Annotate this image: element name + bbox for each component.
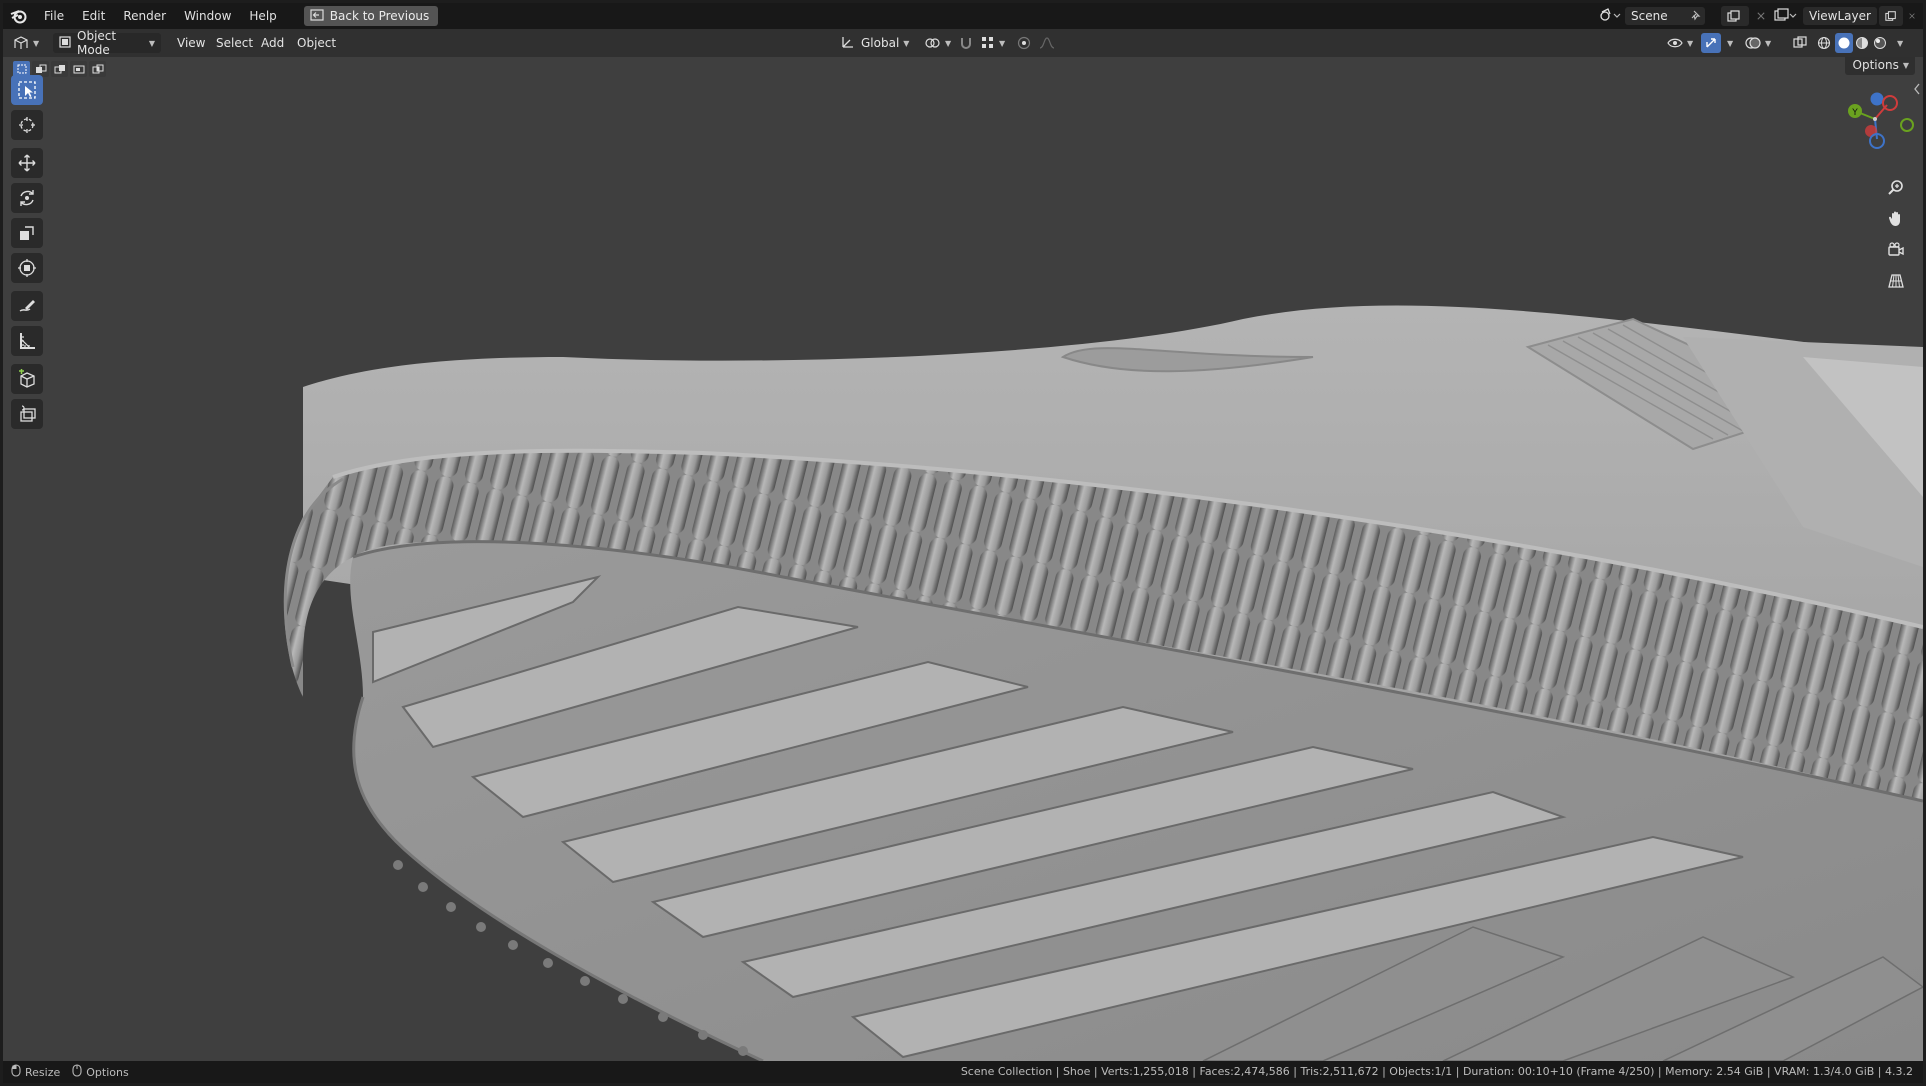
menu-render[interactable]: Render <box>114 3 175 29</box>
menu-edit[interactable]: Edit <box>73 3 114 29</box>
menu-window[interactable]: Window <box>175 3 240 29</box>
menu-object[interactable]: Object <box>291 33 342 53</box>
snap-increment-icon[interactable]: ▼ <box>981 33 1011 53</box>
shading-wireframe-icon[interactable] <box>1817 33 1833 53</box>
status-options-label: Options <box>86 1065 129 1079</box>
back-to-previous-button[interactable]: Back to Previous <box>303 6 439 26</box>
zoom-icon[interactable] <box>1883 175 1909 201</box>
sidebar-toggle-icon[interactable] <box>1913 83 1921 95</box>
delete-view-layer-icon[interactable] <box>1903 6 1921 26</box>
proportional-editing-icon[interactable] <box>1017 33 1035 53</box>
new-scene-icon[interactable] <box>1721 6 1749 26</box>
chevron-down-icon: ▼ <box>1902 60 1909 70</box>
move-tool-icon[interactable] <box>11 148 43 178</box>
mode-selector[interactable]: Object Mode ▼ <box>53 29 161 57</box>
blender-window: File Edit Render Window Help Back to Pre… <box>3 3 1923 1083</box>
blender-logo-icon[interactable] <box>3 3 35 29</box>
viewport-header: ▼ Object Mode ▼ View Select Add Object G… <box>3 29 1923 57</box>
navigation-gizmo[interactable]: Y <box>1837 77 1917 157</box>
back-icon <box>310 8 324 24</box>
top-menubar: File Edit Render Window Help Back to Pre… <box>3 3 1923 29</box>
chevron-down-icon: ▼ <box>903 38 910 48</box>
shoe-model-render <box>283 305 1923 1061</box>
transform-orientation-selector[interactable]: Global ▼ <box>841 33 909 53</box>
new-view-layer-icon[interactable] <box>1879 6 1903 26</box>
editor-type-icon[interactable]: ▼ <box>13 33 47 53</box>
extrude-tool-icon[interactable] <box>11 399 43 429</box>
3d-viewport[interactable]: Options ▼ Y <box>3 57 1923 1061</box>
pivot-point-icon[interactable]: ▼ <box>925 33 953 53</box>
orientation-label: Global <box>861 36 900 50</box>
add-cube-tool-icon[interactable] <box>11 364 43 394</box>
view-layer-name[interactable]: ViewLayer <box>1803 7 1877 25</box>
view-layer-selector[interactable]: ViewLayer <box>1767 6 1879 26</box>
select-box-tool-icon[interactable] <box>11 75 43 105</box>
transform-tool-icon[interactable] <box>11 253 43 283</box>
overlays-toggle-icon[interactable]: ▼ <box>1745 33 1775 53</box>
menu-add[interactable]: Add <box>255 33 290 53</box>
shading-solid-icon[interactable] <box>1835 33 1853 53</box>
view-layer-icon <box>1773 7 1797 25</box>
menu-select[interactable]: Select <box>210 33 259 53</box>
viewport-navigation-buttons <box>1883 175 1909 299</box>
measure-tool-icon[interactable] <box>11 326 43 356</box>
viewport-options-button[interactable]: Options ▼ <box>1844 57 1915 75</box>
object-mode-icon <box>59 35 71 51</box>
menu-view[interactable]: View <box>171 33 211 53</box>
menu-file[interactable]: File <box>35 3 73 29</box>
gizmo-toggle-icon[interactable] <box>1701 33 1721 53</box>
tool-shelf <box>11 75 47 434</box>
xray-toggle-icon[interactable] <box>1793 33 1813 53</box>
chevron-down-icon: ▼ <box>148 38 155 48</box>
status-bar: Resize Options Scene Collection | Shoe |… <box>3 1061 1923 1083</box>
snap-toggle-icon[interactable] <box>959 33 977 53</box>
select-subtract-icon[interactable] <box>51 61 68 77</box>
scale-tool-icon[interactable] <box>11 218 43 248</box>
mouse-icon <box>72 1064 82 1080</box>
perspective-grid-icon[interactable] <box>1883 268 1909 294</box>
shading-dropdown-icon[interactable]: ▼ <box>1893 33 1907 53</box>
annotate-tool-icon[interactable] <box>11 291 43 321</box>
menu-help[interactable]: Help <box>240 3 285 29</box>
scene-selector[interactable]: Scene <box>1593 6 1717 26</box>
mouse-icon <box>11 1064 21 1080</box>
scene-statistics: Scene Collection | Shoe | Verts:1,255,01… <box>960 1065 1913 1078</box>
orientation-icon <box>841 35 855 52</box>
cursor-tool-icon[interactable] <box>11 110 43 140</box>
gizmo-y-label: Y <box>1851 108 1858 118</box>
shading-material-icon[interactable] <box>1855 33 1871 53</box>
status-resize-label: Resize <box>25 1065 61 1079</box>
gizmo-dropdown-icon[interactable]: ▼ <box>1723 33 1737 53</box>
options-label: Options <box>1852 58 1899 72</box>
shading-rendered-icon[interactable] <box>1873 33 1889 53</box>
pin-icon[interactable] <box>1689 9 1701 24</box>
back-to-previous-label: Back to Previous <box>329 9 430 23</box>
falloff-icon[interactable] <box>1039 33 1067 53</box>
pan-hand-icon[interactable] <box>1883 206 1909 232</box>
visibility-selector-icon[interactable]: ▼ <box>1667 33 1697 53</box>
camera-view-icon[interactable] <box>1883 237 1909 263</box>
rotate-tool-icon[interactable] <box>11 183 43 213</box>
scene-icon <box>1599 7 1621 25</box>
mode-label: Object Mode <box>77 29 117 57</box>
select-intersect-icon[interactable] <box>89 61 106 77</box>
select-invert-icon[interactable] <box>70 61 87 77</box>
